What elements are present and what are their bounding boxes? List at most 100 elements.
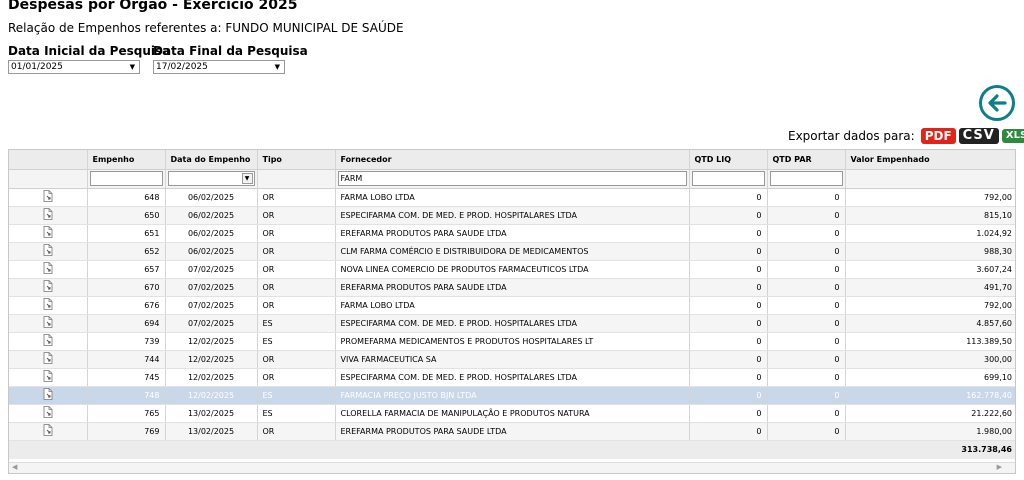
- cell-data: 06/02/2025: [164, 188, 257, 207]
- cell-fornecedor: NOVA LINEA COMERCIO DE PRODUTOS FARMACEU…: [334, 260, 689, 279]
- document-arrow-icon[interactable]: [42, 352, 54, 366]
- table-row[interactable]: 651 06/02/2025 OR EREFARMA PRODUTOS PARA SA…: [9, 224, 1015, 243]
- document-arrow-icon[interactable]: [42, 190, 54, 204]
- header-row: Empenho Data do Empenho Tipo Fornecedor …: [9, 150, 1015, 170]
- cell-tipo: OR: [256, 350, 335, 369]
- cell-tipo: OR: [256, 422, 335, 441]
- col-header-action: [9, 150, 87, 170]
- cell-empenho: 657: [86, 260, 165, 279]
- cell-empenho: 745: [86, 368, 165, 387]
- cell-qtd-liq: 0: [688, 296, 767, 315]
- document-arrow-icon[interactable]: [42, 388, 54, 402]
- end-date-select[interactable]: 17/02/2025 ▼: [153, 60, 285, 74]
- table-row[interactable]: 670 07/02/2025 OR EREFARMA PRODUTOS PARA SA…: [9, 278, 1015, 297]
- filter-data-input[interactable]: ▼: [167, 171, 255, 186]
- filter-row: ▼ FARM: [9, 169, 1015, 189]
- document-arrow-icon[interactable]: [42, 298, 54, 312]
- row-action-cell: [9, 206, 87, 225]
- table-row[interactable]: 765 13/02/2025 ES CLORELLA FARMACIA DE MANI…: [9, 404, 1015, 423]
- cell-tipo: ES: [256, 314, 335, 333]
- cell-valor: 988,30: [844, 242, 1015, 261]
- cell-qtd-par: 0: [766, 332, 845, 351]
- table-row[interactable]: 745 12/02/2025 OR ESPECIFARMA COM. DE MED. …: [9, 368, 1015, 387]
- filter-qtd-par-input[interactable]: [769, 171, 843, 186]
- table-row[interactable]: 657 07/02/2025 OR NOVA LINEA COMERCIO DE PR…: [9, 260, 1015, 279]
- filter-cell-qtd-par: [766, 169, 845, 189]
- document-arrow-icon[interactable]: [42, 226, 54, 240]
- end-date-group: Data Final da Pesquisa 17/02/2025 ▼: [153, 44, 308, 74]
- document-arrow-icon[interactable]: [42, 406, 54, 420]
- filter-fornecedor-input[interactable]: FARM: [337, 171, 687, 186]
- document-arrow-icon[interactable]: [42, 262, 54, 276]
- cell-data: 06/02/2025: [164, 224, 257, 243]
- cell-tipo: OR: [256, 278, 335, 297]
- cell-fornecedor: VIVA FARMACEUTICA SA: [334, 350, 689, 369]
- table-row[interactable]: 694 07/02/2025 ES ESPECIFARMA COM. DE MED. …: [9, 314, 1015, 333]
- col-header-data[interactable]: Data do Empenho: [164, 150, 257, 170]
- scroll-right-icon[interactable]: ▶: [997, 463, 1002, 471]
- table-row[interactable]: 652 06/02/2025 OR CLM FARMA COMÉRCIO E DIST…: [9, 242, 1015, 261]
- cell-empenho: 748: [86, 386, 165, 405]
- document-arrow-icon[interactable]: [42, 424, 54, 438]
- page-title: Despesas por Orgão - Exercício 2025: [8, 0, 298, 13]
- table-row[interactable]: 769 13/02/2025 OR EREFARMA PRODUTOS PARA SA…: [9, 422, 1015, 441]
- document-arrow-icon[interactable]: [42, 316, 54, 330]
- document-arrow-icon[interactable]: [42, 334, 54, 348]
- horizontal-scrollbar[interactable]: ◀ ▶: [9, 462, 1015, 473]
- cell-empenho: 670: [86, 278, 165, 297]
- end-date-label: Data Final da Pesquisa: [153, 44, 308, 58]
- cell-empenho: 765: [86, 404, 165, 423]
- cell-data: 07/02/2025: [164, 260, 257, 279]
- cell-qtd-par: 0: [766, 278, 845, 297]
- col-header-empenho[interactable]: Empenho: [86, 150, 165, 170]
- cell-qtd-liq: 0: [688, 278, 767, 297]
- cell-valor: 3.607,24: [844, 260, 1015, 279]
- total-valor: 313.738,46: [845, 440, 1015, 459]
- end-date-value: 17/02/2025: [156, 62, 208, 72]
- col-header-valor[interactable]: Valor Empenhado: [844, 150, 1015, 170]
- export-pdf-button[interactable]: PDF: [920, 128, 956, 144]
- table-row[interactable]: 676 07/02/2025 OR FARMA LOBO LTDA 0 0 792,00: [9, 296, 1015, 315]
- col-header-qtd-par[interactable]: QTD PAR: [766, 150, 845, 170]
- row-action-cell: [9, 404, 87, 423]
- filter-cell-action: [9, 169, 87, 189]
- row-action-cell: [9, 278, 87, 297]
- chevron-down-icon[interactable]: ▼: [241, 173, 253, 184]
- row-action-cell: [9, 332, 87, 351]
- col-header-tipo[interactable]: Tipo: [256, 150, 335, 170]
- cell-empenho: 739: [86, 332, 165, 351]
- document-arrow-icon[interactable]: [42, 244, 54, 258]
- document-arrow-icon[interactable]: [42, 208, 54, 222]
- scroll-left-icon[interactable]: ◀: [12, 463, 17, 471]
- cell-tipo: ES: [256, 386, 335, 405]
- table-row[interactable]: 744 12/02/2025 OR VIVA FARMACEUTICA SA 0 0 300…: [9, 350, 1015, 369]
- row-action-cell: [9, 368, 87, 387]
- document-arrow-icon[interactable]: [42, 370, 54, 384]
- cell-valor: 815,10: [844, 206, 1015, 225]
- filter-empenho-input[interactable]: [89, 171, 163, 186]
- cell-empenho: 676: [86, 296, 165, 315]
- cell-fornecedor: FARMA LOBO LTDA: [334, 188, 689, 207]
- cell-qtd-liq: 0: [688, 404, 767, 423]
- export-xls-button[interactable]: XLS: [1001, 129, 1024, 143]
- table-row[interactable]: 650 06/02/2025 OR ESPECIFARMA COM. DE MED. …: [9, 206, 1015, 225]
- table-row[interactable]: 648 06/02/2025 OR FARMA LOBO LTDA 0 0 792,00: [9, 188, 1015, 207]
- export-csv-button[interactable]: CSV: [958, 128, 999, 144]
- cell-qtd-liq: 0: [688, 224, 767, 243]
- col-header-fornecedor[interactable]: Fornecedor: [334, 150, 689, 170]
- cell-valor: 1.980,00: [844, 422, 1015, 441]
- document-arrow-icon[interactable]: [42, 280, 54, 294]
- cell-tipo: OR: [256, 188, 335, 207]
- start-date-select[interactable]: 01/01/2025 ▼: [8, 60, 140, 74]
- cell-tipo: OR: [256, 206, 335, 225]
- filter-cell-tipo: [256, 169, 335, 189]
- cell-qtd-par: 0: [766, 206, 845, 225]
- table-row[interactable]: 739 12/02/2025 ES PROMEFARMA MEDICAMENTOS E…: [9, 332, 1015, 351]
- cell-fornecedor: ESPECIFARMA COM. DE MED. E PROD. HOSPITA…: [334, 368, 689, 387]
- back-button[interactable]: [979, 85, 1015, 121]
- cell-qtd-liq: 0: [688, 350, 767, 369]
- row-action-cell: [9, 350, 87, 369]
- filter-qtd-liq-input[interactable]: [691, 171, 765, 186]
- col-header-qtd-liq[interactable]: QTD LIQ: [688, 150, 767, 170]
- table-row[interactable]: 748 12/02/2025 ES FARMACIA PREÇO JUSTO BJN …: [9, 386, 1015, 405]
